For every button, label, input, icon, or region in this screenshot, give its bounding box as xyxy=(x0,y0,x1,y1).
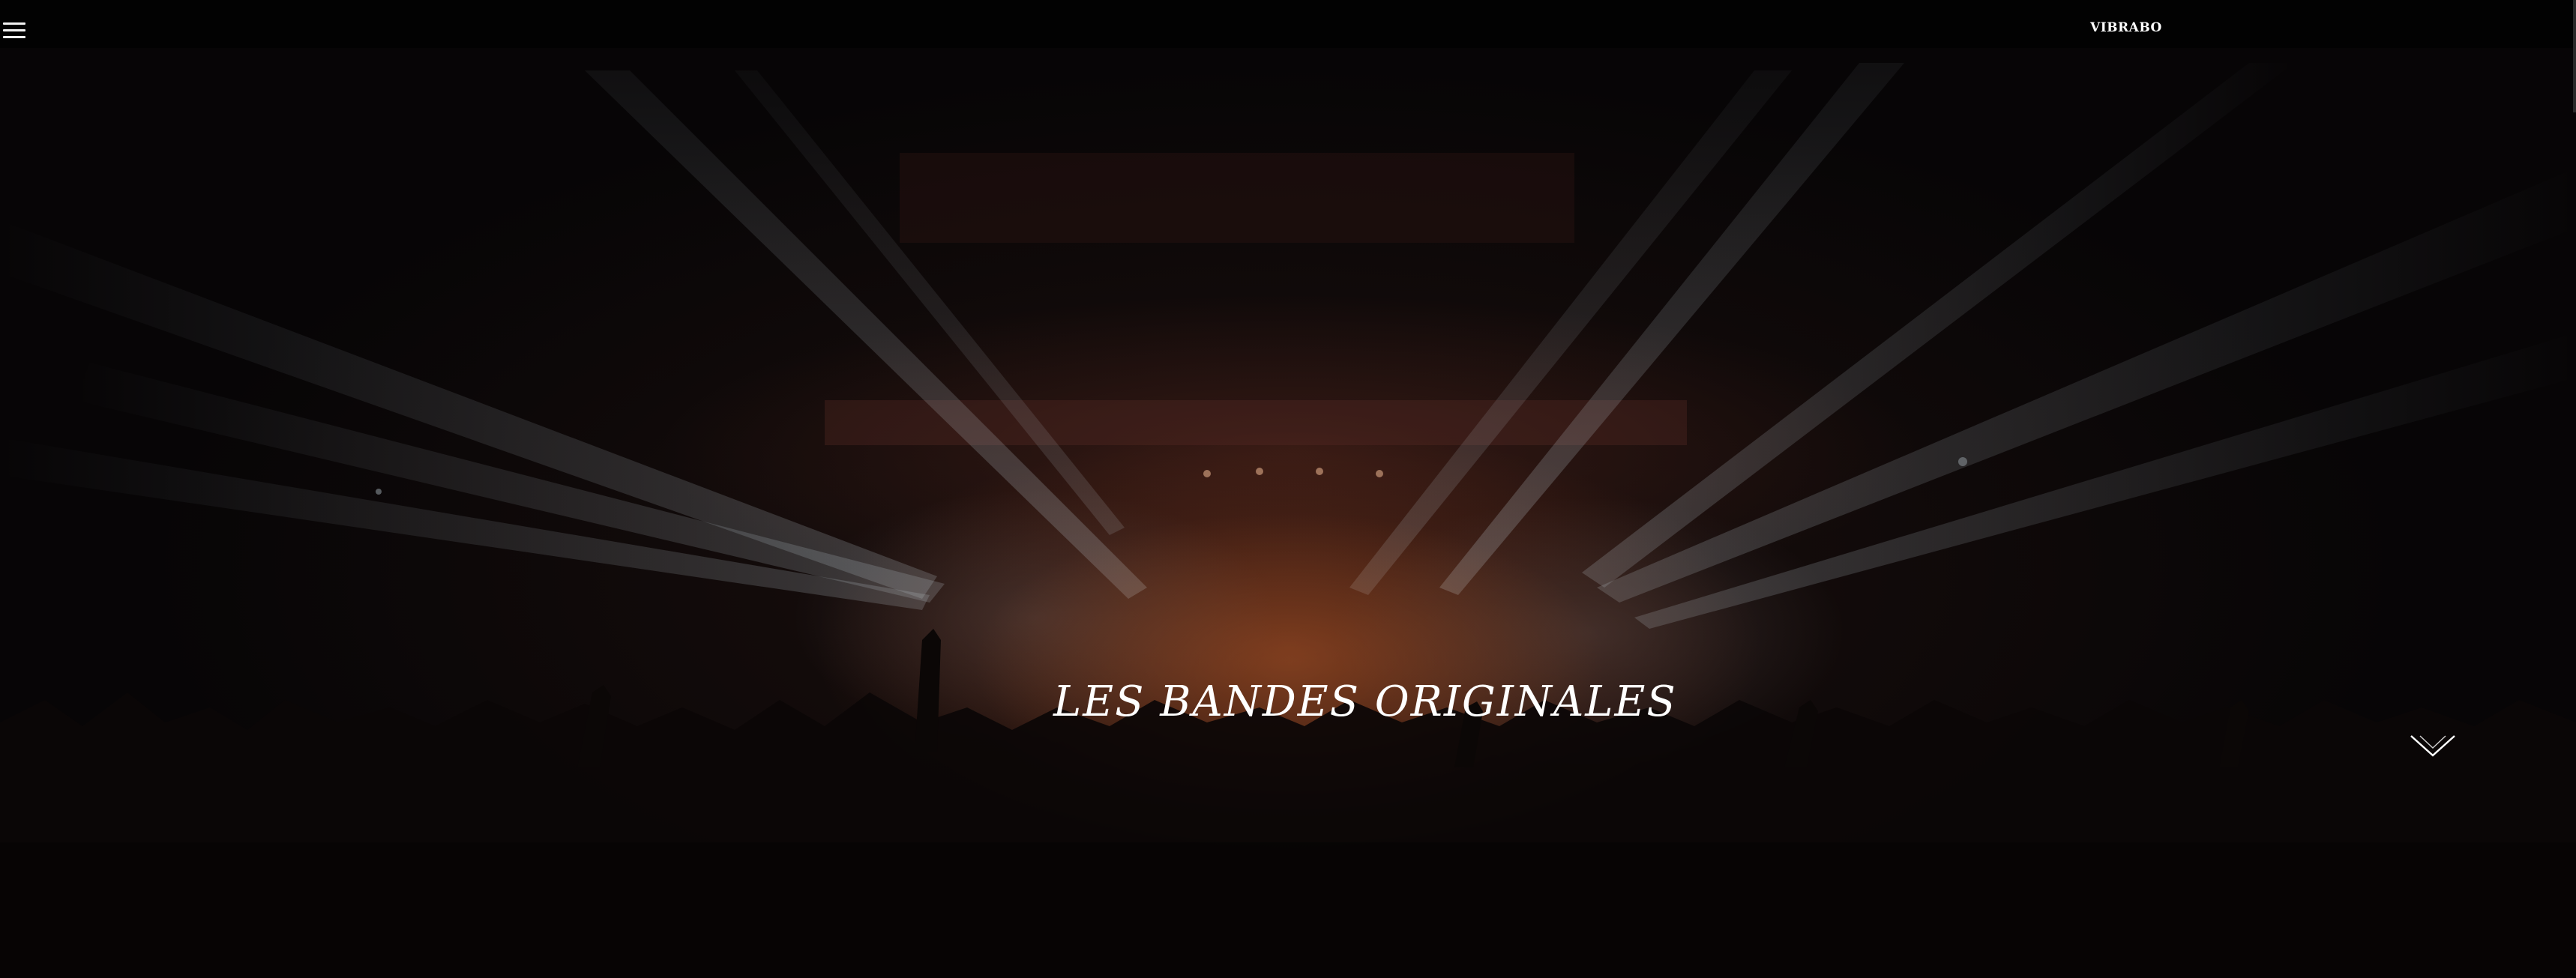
top-navbar: VIBRABO xyxy=(0,0,2576,48)
scrollbar-edge[interactable] xyxy=(2573,0,2576,112)
hamburger-menu-icon[interactable] xyxy=(3,22,25,39)
concert-background-image xyxy=(0,63,2576,978)
hero-section: LES BANDES ORIGINALES xyxy=(0,48,2576,978)
brand-logo-link[interactable]: VIBRABO xyxy=(2090,20,2162,35)
chevron-down-icon[interactable] xyxy=(2410,731,2456,761)
hero-title: LES BANDES ORIGINALES xyxy=(1053,677,1677,726)
page: VIBRABO LES BANDES ORIGINALES xyxy=(0,0,2576,978)
